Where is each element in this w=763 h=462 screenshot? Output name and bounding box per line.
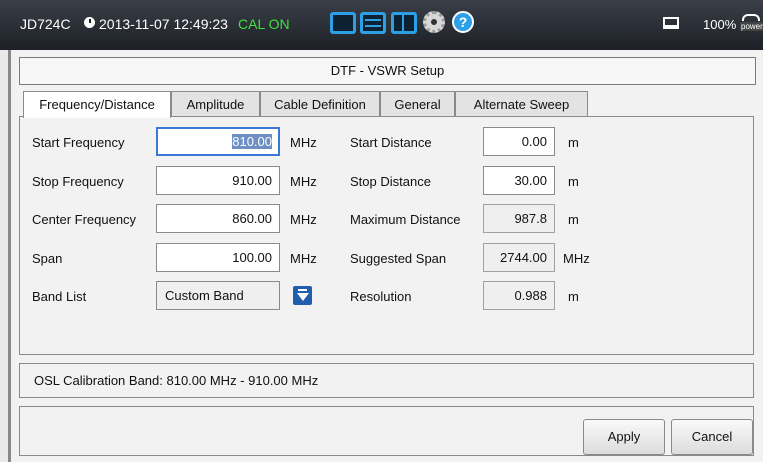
power-plug-icon: power	[740, 14, 763, 34]
stop-frequency-label: Stop Frequency	[32, 174, 124, 189]
stop-frequency-unit: MHz	[290, 174, 317, 189]
osl-calibration-info: OSL Calibration Band: 810.00 MHz - 910.0…	[19, 363, 754, 398]
start-frequency-label: Start Frequency	[32, 135, 125, 150]
span-unit: MHz	[290, 251, 317, 266]
suggested-span-label: Suggested Span	[350, 251, 447, 266]
center-frequency-label: Center Frequency	[32, 212, 137, 227]
laptop-icon[interactable]	[663, 17, 679, 29]
maximum-distance-label: Maximum Distance	[350, 212, 461, 227]
battery-level: 100%	[703, 17, 737, 32]
tab-alternate-sweep[interactable]: Alternate Sweep	[455, 91, 588, 117]
dual-view-icon[interactable]	[360, 12, 386, 34]
cal-status: CAL ON	[238, 16, 290, 32]
span-input[interactable]: 100.00	[156, 243, 280, 272]
device-name: JD724C	[20, 16, 71, 32]
dialog-title: DTF - VSWR Setup	[19, 57, 756, 85]
tab-frequency-distance[interactable]: Frequency/Distance	[23, 91, 171, 118]
split-view-icon[interactable]	[391, 12, 417, 34]
power-label: power	[740, 22, 763, 31]
settings-gear-icon[interactable]	[423, 11, 445, 33]
dialog-footer: Apply Cancel	[19, 406, 754, 456]
tab-cable-definition[interactable]: Cable Definition	[260, 91, 380, 117]
start-frequency-input[interactable]: 810.00	[156, 127, 280, 156]
start-frequency-unit: MHz	[290, 135, 317, 150]
single-view-icon[interactable]	[330, 12, 356, 34]
dtf-vswr-setup-dialog: DTF - VSWR Setup Frequency/Distance Ampl…	[8, 50, 763, 462]
band-list-label: Band List	[32, 289, 87, 304]
start-distance-label: Start Distance	[350, 135, 432, 150]
suggested-span-value: 2744.00	[483, 243, 555, 272]
resolution-unit: m	[568, 289, 579, 304]
cancel-button[interactable]: Cancel	[671, 419, 753, 455]
resolution-label: Resolution	[350, 289, 412, 304]
tab-general[interactable]: General	[380, 91, 455, 117]
span-label: Span	[32, 251, 63, 266]
start-distance-unit: m	[568, 135, 579, 150]
tab-amplitude[interactable]: Amplitude	[171, 91, 260, 117]
stop-distance-unit: m	[568, 174, 579, 189]
status-bar: JD724C 2013-11-07 12:49:23 CAL ON ? 100%…	[0, 0, 763, 50]
datetime: 2013-11-07 12:49:23	[99, 16, 228, 32]
stop-distance-label: Stop Distance	[350, 174, 431, 189]
center-frequency-input[interactable]: 860.00	[156, 204, 280, 233]
maximum-distance-unit: m	[568, 212, 579, 227]
stop-frequency-input[interactable]: 910.00	[156, 166, 280, 195]
start-frequency-value: 810.00	[232, 134, 272, 149]
stop-distance-input[interactable]: 30.00	[483, 166, 555, 195]
center-frequency-unit: MHz	[290, 212, 317, 227]
maximum-distance-value: 987.8	[483, 204, 555, 233]
resolution-value: 0.988	[483, 281, 555, 310]
apply-button[interactable]: Apply	[583, 419, 665, 455]
band-list-select[interactable]: Custom Band	[156, 281, 280, 310]
clock-icon	[84, 17, 95, 28]
dropdown-arrow-icon[interactable]	[293, 286, 312, 305]
start-distance-input[interactable]: 0.00	[483, 127, 555, 156]
frequency-distance-panel: Start Frequency 810.00 MHz Stop Frequenc…	[19, 116, 754, 355]
help-icon[interactable]: ?	[452, 11, 474, 33]
suggested-span-unit: MHz	[563, 251, 590, 266]
